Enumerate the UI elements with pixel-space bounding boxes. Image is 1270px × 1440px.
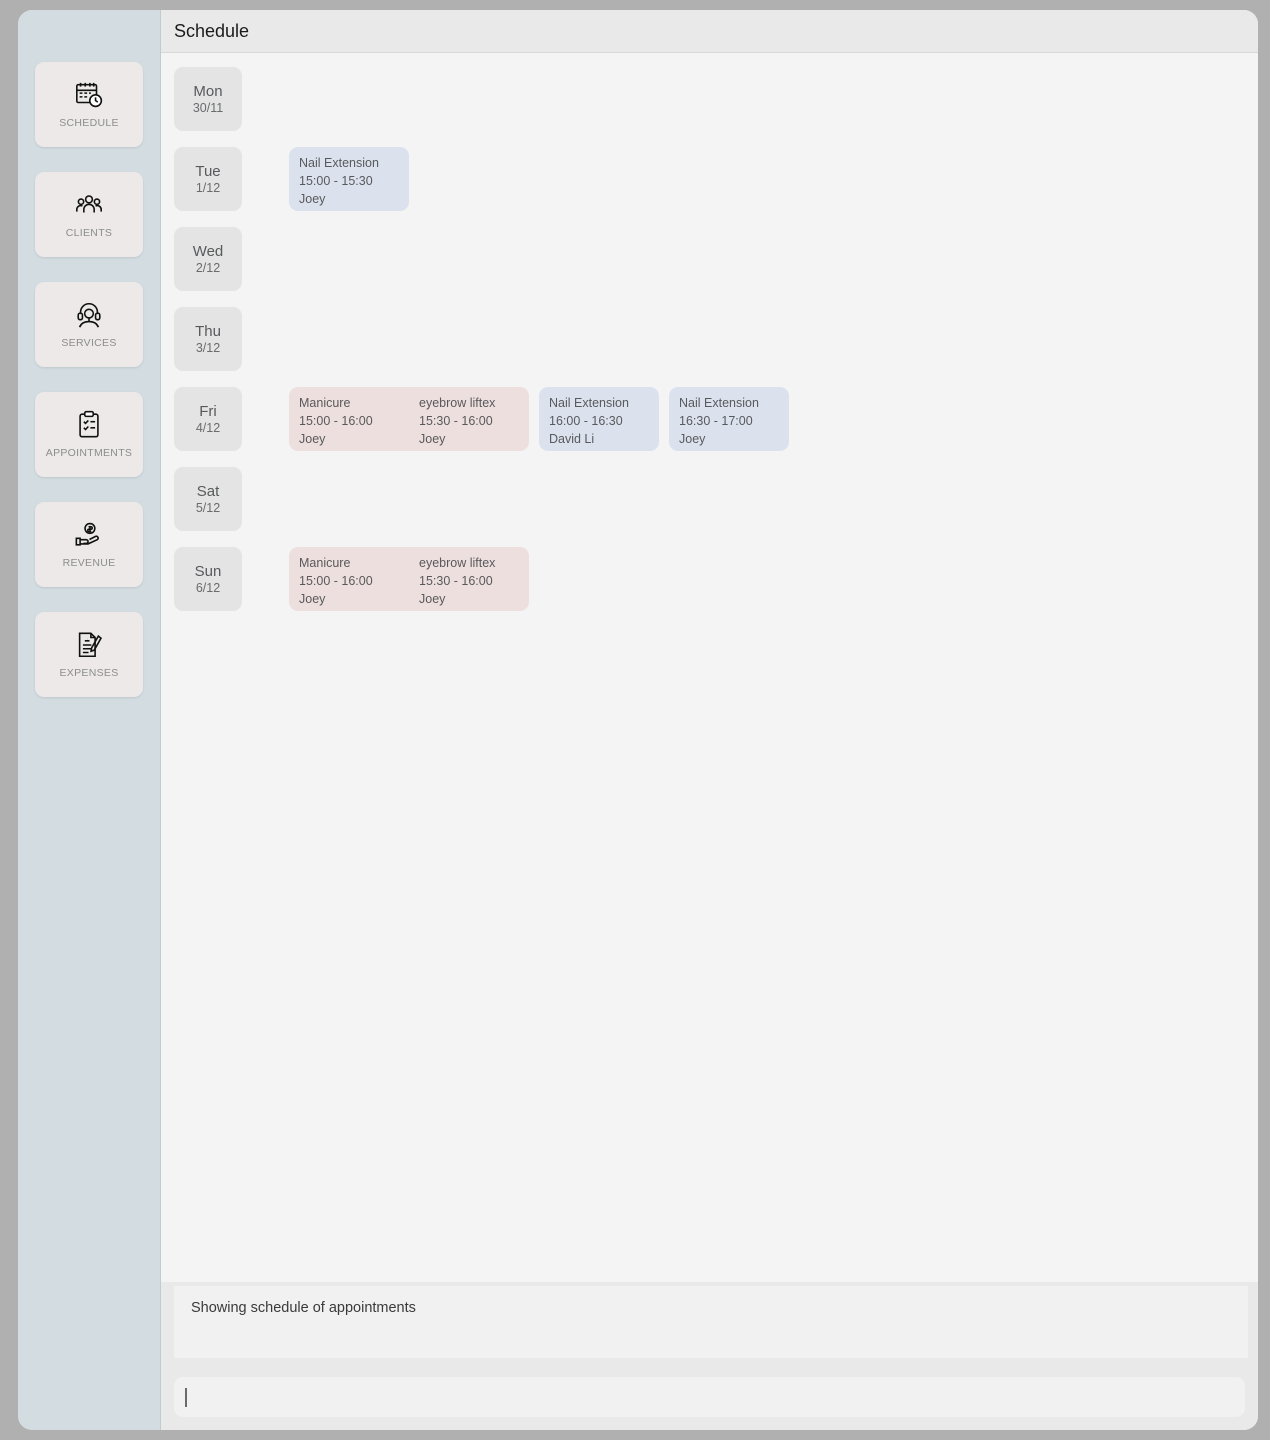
appointment-service: Manicure bbox=[299, 556, 351, 570]
appointment-time: 15:30 - 16:00 bbox=[419, 574, 493, 588]
day-chip-sat[interactable]: Sat 5/12 bbox=[174, 467, 242, 531]
appointment-track: Nail Extension 15:00 - 15:30 Joey bbox=[289, 147, 409, 211]
sidebar-item-revenue[interactable]: REVENUE bbox=[28, 502, 143, 587]
day-date: 1/12 bbox=[195, 181, 221, 195]
appointment-group: Manicure 15:00 - 16:00 Joey eyebrow liftex 1… bbox=[289, 387, 529, 451]
day-name: Sun bbox=[194, 563, 222, 580]
text-caret bbox=[185, 1387, 187, 1407]
appointment-staff: Joey bbox=[299, 432, 326, 446]
appointment-group: Nail Extension 15:00 - 15:30 Joey bbox=[289, 147, 409, 211]
appointment-group: Manicure 15:00 - 16:00 Joey eyebrow liftex 1… bbox=[289, 547, 529, 611]
sidebar-item-label: SCHEDULE bbox=[59, 117, 119, 129]
day-chip-mon[interactable]: Mon 30/11 bbox=[174, 67, 242, 131]
appointment-staff: Joey bbox=[419, 432, 446, 446]
appointment-group: Nail Extension 16:00 - 16:30 David Li bbox=[539, 387, 659, 451]
appointment-group: Nail Extension 16:30 - 17:00 Joey bbox=[669, 387, 789, 451]
appointment-card[interactable]: Nail Extension 15:00 - 15:30 Joey bbox=[289, 147, 409, 211]
command-input-panel bbox=[161, 1368, 1258, 1430]
schedule-day-row: Wed 2/12 bbox=[174, 227, 1258, 291]
day-name: Sat bbox=[196, 483, 220, 500]
appointment-staff: Joey bbox=[419, 592, 446, 606]
appointment-time: 15:30 - 16:00 bbox=[419, 414, 493, 428]
appointment-service: Manicure bbox=[299, 396, 351, 410]
sidebar-item-appointments[interactable]: APPOINTMENTS bbox=[28, 392, 143, 477]
appointment-service: eyebrow liftex bbox=[419, 556, 496, 570]
sidebar-item-expenses[interactable]: EXPENSES bbox=[28, 612, 143, 697]
day-name: Wed bbox=[192, 243, 224, 260]
status-panel: Showing schedule of appointments bbox=[161, 1282, 1258, 1368]
status-box: Showing schedule of appointments bbox=[174, 1286, 1248, 1358]
appointment-card[interactable]: Nail Extension 16:00 - 16:30 David Li bbox=[539, 387, 659, 451]
day-name: Tue bbox=[195, 163, 221, 180]
headset-agent-icon bbox=[74, 300, 104, 330]
day-name: Fri bbox=[199, 403, 217, 420]
schedule-day-row: Thu 3/12 bbox=[174, 307, 1258, 371]
sidebar-item-label: APPOINTMENTS bbox=[45, 447, 133, 459]
day-date: 5/12 bbox=[195, 501, 221, 515]
day-date: 2/12 bbox=[195, 261, 221, 275]
command-input[interactable] bbox=[174, 1377, 1245, 1417]
appointment-staff: David Li bbox=[549, 432, 595, 446]
titlebar: Schedule bbox=[161, 10, 1258, 53]
schedule-day-row: Sun 6/12 Manicure 15:00 - 16:00 Joey eyebrow … bbox=[174, 547, 1258, 611]
day-date: 4/12 bbox=[195, 421, 221, 435]
appointment-staff: Joey bbox=[299, 592, 326, 606]
appointment-time: 16:30 - 17:00 bbox=[679, 414, 753, 428]
schedule-day-row: Sat 5/12 bbox=[174, 467, 1258, 531]
appointment-card[interactable]: Manicure 15:00 - 16:00 Joey bbox=[289, 387, 409, 451]
page-title: Schedule bbox=[174, 20, 250, 41]
sidebar-item-schedule[interactable]: SCHEDULE bbox=[28, 62, 143, 147]
status-message: Showing schedule of appointments bbox=[191, 1300, 416, 1316]
appointment-service: Nail Extension bbox=[549, 396, 629, 410]
sidebar-item-label: CLIENTS bbox=[65, 227, 113, 239]
appointment-service: Nail Extension bbox=[299, 156, 379, 170]
sidebar: SCHEDULE CLIENTS SERVICES APPOINTMENTS R… bbox=[18, 10, 161, 1430]
invoice-pen-icon bbox=[74, 630, 104, 660]
appointment-time: 15:00 - 15:30 bbox=[299, 174, 373, 188]
appointment-staff: Joey bbox=[299, 192, 326, 206]
sidebar-item-label: REVENUE bbox=[62, 557, 116, 569]
appointment-card[interactable]: eyebrow liftex 15:30 - 16:00 Joey bbox=[409, 387, 529, 451]
sidebar-item-clients[interactable]: CLIENTS bbox=[28, 172, 143, 257]
appointment-time: 15:00 - 16:00 bbox=[299, 574, 373, 588]
day-chip-sun[interactable]: Sun 6/12 bbox=[174, 547, 242, 611]
sidebar-item-label: SERVICES bbox=[61, 337, 117, 349]
appointment-time: 15:00 - 16:00 bbox=[299, 414, 373, 428]
app-window: SCHEDULE CLIENTS SERVICES APPOINTMENTS R… bbox=[18, 10, 1258, 1430]
day-date: 6/12 bbox=[195, 581, 221, 595]
appointment-service: eyebrow liftex bbox=[419, 396, 496, 410]
people-group-icon bbox=[74, 190, 104, 220]
calendar-clock-icon bbox=[74, 80, 104, 110]
clipboard-check-icon bbox=[74, 410, 104, 440]
schedule-day-row: Fri 4/12 Manicure 15:00 - 16:00 Joey eyebrow … bbox=[174, 387, 1258, 451]
day-chip-wed[interactable]: Wed 2/12 bbox=[174, 227, 242, 291]
sidebar-item-services[interactable]: SERVICES bbox=[28, 282, 143, 367]
appointment-card[interactable]: eyebrow liftex 15:30 - 16:00 Joey bbox=[409, 547, 529, 611]
day-name: Mon bbox=[193, 83, 223, 100]
appointment-card[interactable]: Nail Extension 16:30 - 17:00 Joey bbox=[669, 387, 789, 451]
appointment-track: Manicure 15:00 - 16:00 Joey eyebrow liftex 1… bbox=[289, 387, 789, 451]
day-chip-tue[interactable]: Tue 1/12 bbox=[174, 147, 242, 211]
main-area: Schedule Mon 30/11 Tue 1/12 Nail Extension 15… bbox=[161, 10, 1258, 1430]
sidebar-item-label: EXPENSES bbox=[59, 667, 119, 679]
appointment-card[interactable]: Manicure 15:00 - 16:00 Joey bbox=[289, 547, 409, 611]
day-chip-fri[interactable]: Fri 4/12 bbox=[174, 387, 242, 451]
schedule-day-row: Tue 1/12 Nail Extension 15:00 - 15:30 Joey bbox=[174, 147, 1258, 211]
day-name: Thu bbox=[195, 323, 221, 340]
schedule-grid: Mon 30/11 Tue 1/12 Nail Extension 15:00 - 15:… bbox=[161, 53, 1258, 1282]
appointment-staff: Joey bbox=[679, 432, 706, 446]
appointment-service: Nail Extension bbox=[679, 396, 759, 410]
hand-holding-coin-icon bbox=[74, 520, 104, 550]
appointment-time: 16:00 - 16:30 bbox=[549, 414, 623, 428]
day-date: 3/12 bbox=[195, 341, 221, 355]
appointment-track: Manicure 15:00 - 16:00 Joey eyebrow liftex 1… bbox=[289, 547, 529, 611]
day-chip-thu[interactable]: Thu 3/12 bbox=[174, 307, 242, 371]
day-date: 30/11 bbox=[192, 101, 224, 115]
schedule-day-row: Mon 30/11 bbox=[174, 67, 1258, 131]
